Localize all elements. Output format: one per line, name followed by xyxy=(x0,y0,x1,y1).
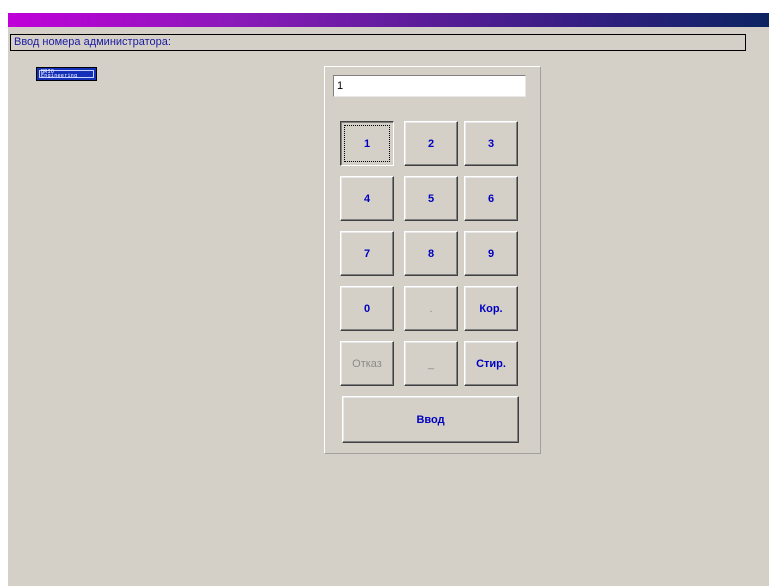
page-header: Ввод номера администратора: xyxy=(10,34,746,51)
key-label: Кор. xyxy=(479,302,503,315)
key-label: . xyxy=(429,302,433,315)
key-label: 8 xyxy=(427,247,435,260)
key-6-button[interactable]: 6 xyxy=(464,176,518,221)
title-bar xyxy=(8,13,769,27)
key-label: Стир. xyxy=(476,357,506,370)
key-label: 9 xyxy=(487,247,495,260)
backspace-button[interactable]: Кор. xyxy=(464,286,518,331)
key-8-button[interactable]: 8 xyxy=(404,231,458,276)
key-5-button[interactable]: 5 xyxy=(404,176,458,221)
admin-number-input[interactable] xyxy=(333,75,526,97)
key-label: Ввод xyxy=(416,413,445,426)
key-label: 2 xyxy=(427,137,435,150)
key-dot-button[interactable]: . xyxy=(404,286,458,331)
key-2-button[interactable]: 2 xyxy=(404,121,458,166)
key-label: 4 xyxy=(363,192,371,205)
key-9-button[interactable]: 9 xyxy=(464,231,518,276)
page-title: Ввод номера администратора: xyxy=(14,36,171,48)
key-label: 6 xyxy=(487,192,495,205)
key-4-button[interactable]: 4 xyxy=(340,176,394,221)
key-3-button[interactable]: 3 xyxy=(464,121,518,166)
key-0-button[interactable]: 0 xyxy=(340,286,394,331)
key-label: Отказ xyxy=(352,357,382,370)
clear-button[interactable]: Стир. xyxy=(464,341,518,386)
logo-text-engineering: Engineering xyxy=(41,73,78,79)
brio-logo: BRIO Engineering xyxy=(36,67,97,81)
key-1-button[interactable]: 1 xyxy=(340,121,394,166)
key-underscore-button[interactable]: _ xyxy=(404,341,458,386)
focus-rect xyxy=(344,125,390,162)
key-label: _ xyxy=(427,357,435,370)
key-label: 3 xyxy=(487,137,495,150)
enter-button[interactable]: Ввод xyxy=(342,396,519,443)
key-7-button[interactable]: 7 xyxy=(340,231,394,276)
app-window: Ввод номера администратора: BRIO Enginee… xyxy=(8,13,769,586)
cancel-button[interactable]: Отказ xyxy=(340,341,394,386)
key-label: 0 xyxy=(363,302,371,315)
keypad-panel: 1 2 3 4 5 6 7 8 9 0 . xyxy=(324,66,541,454)
key-label: 5 xyxy=(427,192,435,205)
key-label: 7 xyxy=(363,247,371,260)
